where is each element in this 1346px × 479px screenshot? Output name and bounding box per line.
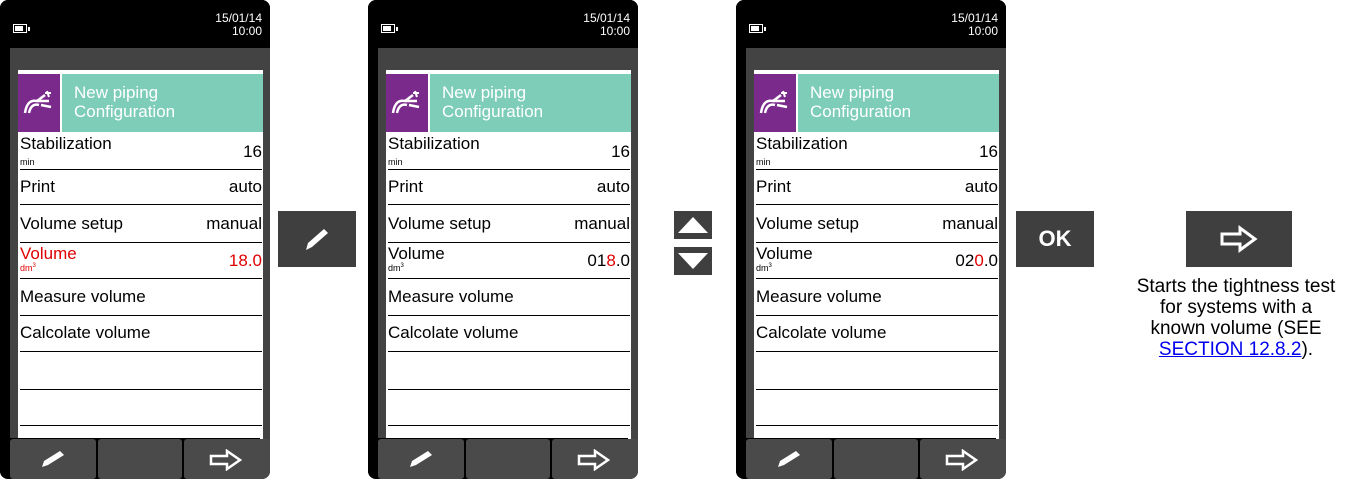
device-screen-1: 15/01/14 10:00 New piping Configuration … bbox=[0, 0, 270, 479]
empty-softkey[interactable] bbox=[98, 439, 182, 479]
editing-digit: 0 bbox=[974, 251, 984, 270]
menu-panel: New piping Configuration Stabilization m… bbox=[754, 70, 999, 479]
soft-key-bar bbox=[0, 438, 270, 479]
soft-key-bar bbox=[368, 438, 638, 479]
pencil-icon bbox=[306, 229, 328, 250]
arrow-right-icon bbox=[577, 449, 611, 471]
pencil-icon bbox=[410, 451, 432, 467]
arrow-down-icon bbox=[678, 253, 708, 269]
status-bar: 15/01/14 10:00 bbox=[736, 0, 1006, 48]
edit-softkey[interactable] bbox=[10, 439, 96, 479]
piping-icon bbox=[386, 74, 428, 132]
section-link[interactable]: SECTION 12.8.2 bbox=[1159, 339, 1302, 360]
status-bar: 15/01/14 10:00 bbox=[368, 0, 638, 48]
ok-key[interactable]: OK bbox=[1016, 211, 1094, 267]
piping-icon bbox=[18, 74, 60, 132]
up-key[interactable] bbox=[674, 211, 712, 239]
row-stabilization[interactable]: Stabilization min 16 bbox=[756, 134, 998, 170]
status-bar: 15/01/14 10:00 bbox=[0, 0, 270, 48]
ok-label: OK bbox=[1038, 226, 1072, 251]
soft-key-bar bbox=[736, 438, 1006, 479]
menu-panel: New piping Configuration Stabilization m… bbox=[386, 70, 631, 479]
empty-softkey[interactable] bbox=[834, 439, 918, 479]
row-print[interactable]: Print auto bbox=[388, 170, 630, 205]
row-calcolate-volume[interactable]: Calcolate volume bbox=[20, 316, 262, 352]
volume-value[interactable]: 018.0 bbox=[587, 251, 630, 271]
row-empty bbox=[756, 352, 998, 390]
row-measure-volume[interactable]: Measure volume bbox=[388, 279, 630, 316]
forward-softkey[interactable] bbox=[184, 439, 270, 479]
arrow-right-icon bbox=[209, 449, 243, 471]
pencil-icon bbox=[778, 451, 800, 467]
arrow-up-icon bbox=[678, 217, 708, 233]
forward-key[interactable] bbox=[1186, 211, 1292, 267]
row-print[interactable]: Print auto bbox=[756, 170, 998, 205]
edit-key[interactable] bbox=[278, 211, 356, 267]
date-time: 15/01/14 10:00 bbox=[951, 12, 998, 38]
menu-header: New piping Configuration bbox=[18, 74, 263, 132]
row-empty bbox=[388, 352, 630, 390]
screen-area: New piping Configuration Stabilization m… bbox=[10, 48, 270, 479]
arrow-right-icon bbox=[945, 449, 979, 471]
row-volume-setup[interactable]: Volume setup manual bbox=[756, 205, 998, 243]
row-volume[interactable]: Volume dm3 018.0 bbox=[388, 243, 630, 279]
time: 10:00 bbox=[967, 24, 998, 38]
row-volume-setup[interactable]: Volume setup manual bbox=[388, 205, 630, 243]
row-calcolate-volume[interactable]: Calcolate volume bbox=[756, 316, 998, 352]
empty-softkey[interactable] bbox=[466, 439, 550, 479]
edit-softkey[interactable] bbox=[746, 439, 832, 479]
down-key[interactable] bbox=[674, 247, 712, 275]
forward-softkey[interactable] bbox=[920, 439, 1006, 479]
menu-title: New piping Configuration bbox=[798, 74, 999, 132]
volume-value[interactable]: 020.0 bbox=[955, 251, 998, 271]
date-time: 15/01/14 10:00 bbox=[583, 12, 630, 38]
editing-digit: 8 bbox=[606, 251, 616, 270]
time: 10:00 bbox=[599, 24, 630, 38]
row-volume[interactable]: Volume dm3 18.0 bbox=[20, 243, 262, 279]
row-empty bbox=[20, 390, 262, 426]
row-calcolate-volume[interactable]: Calcolate volume bbox=[388, 316, 630, 352]
pencil-icon bbox=[42, 451, 64, 467]
date-time: 15/01/14 10:00 bbox=[215, 12, 262, 38]
menu-title: New piping Configuration bbox=[62, 74, 263, 132]
forward-description: Starts the tightness test for systems wi… bbox=[1136, 276, 1336, 360]
arrow-right-icon bbox=[1220, 225, 1258, 253]
battery-icon bbox=[13, 24, 30, 33]
row-stabilization[interactable]: Stabilization min 16 bbox=[388, 134, 630, 170]
device-screen-3: 15/01/14 10:00 New piping Configuration … bbox=[736, 0, 1006, 479]
time: 10:00 bbox=[231, 24, 262, 38]
screen-area: New piping Configuration Stabilization m… bbox=[746, 48, 1006, 479]
row-print[interactable]: Print auto bbox=[20, 170, 262, 205]
battery-icon bbox=[749, 24, 766, 33]
screen-area: New piping Configuration Stabilization m… bbox=[378, 48, 638, 479]
edit-softkey[interactable] bbox=[378, 439, 464, 479]
row-stabilization[interactable]: Stabilization min 16 bbox=[20, 134, 262, 170]
menu-header: New piping Configuration bbox=[754, 74, 999, 132]
row-empty bbox=[388, 390, 630, 426]
menu-panel: New piping Configuration Stabilization m… bbox=[18, 70, 263, 479]
piping-icon bbox=[754, 74, 796, 132]
menu-header: New piping Configuration bbox=[386, 74, 631, 132]
row-empty bbox=[756, 390, 998, 426]
row-volume[interactable]: Volume dm3 020.0 bbox=[756, 243, 998, 279]
device-screen-2: 15/01/14 10:00 New piping Configuration … bbox=[368, 0, 638, 479]
battery-icon bbox=[381, 24, 398, 33]
forward-softkey[interactable] bbox=[552, 439, 638, 479]
row-measure-volume[interactable]: Measure volume bbox=[20, 279, 262, 316]
row-measure-volume[interactable]: Measure volume bbox=[756, 279, 998, 316]
row-empty bbox=[20, 352, 262, 390]
row-volume-setup[interactable]: Volume setup manual bbox=[20, 205, 262, 243]
menu-title: New piping Configuration bbox=[430, 74, 631, 132]
